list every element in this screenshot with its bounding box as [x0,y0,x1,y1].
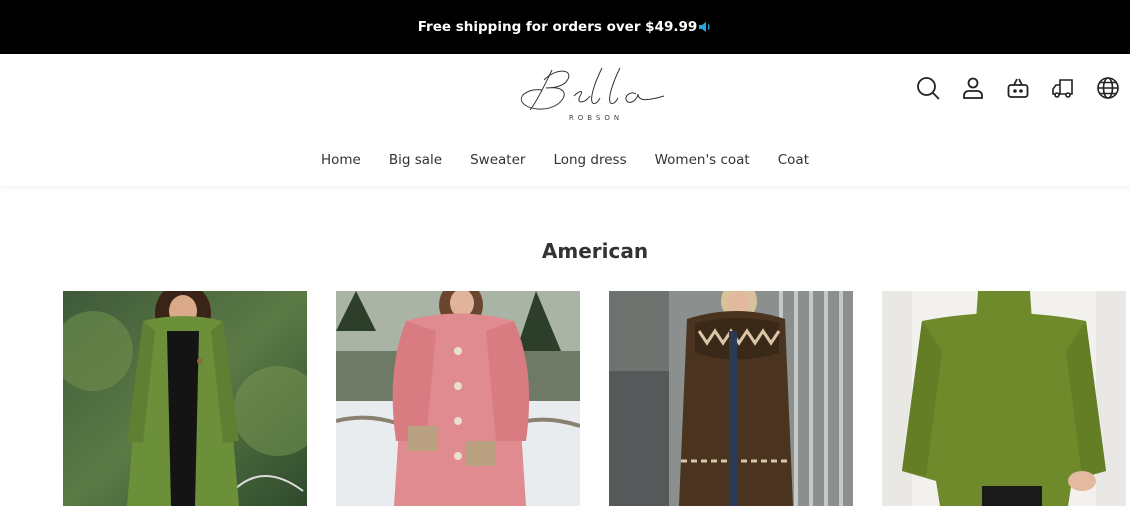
speaker-icon [698,20,712,34]
cart-icon[interactable] [1006,76,1030,100]
product-image [882,291,1126,506]
logo-subtitle: ROBSON [568,114,624,122]
brand-logo[interactable]: ROBSON [518,64,666,126]
nav-item-big-sale[interactable]: Big sale [375,152,456,168]
nav-item-coat[interactable]: Coat [764,152,823,168]
nav-item-sweater[interactable]: Sweater [456,152,539,168]
site-header: ROBSON Home Big sale Sweater Long dress … [0,54,1130,186]
account-icon[interactable] [961,76,985,100]
product-image [63,291,307,506]
product-image [336,291,580,506]
globe-icon[interactable] [1096,76,1120,100]
product-image [609,291,853,506]
product-card[interactable] [63,291,307,506]
header-icons [916,76,1120,100]
announcement-text: Free shipping for orders over $49.99 [417,19,698,35]
nav-item-home[interactable]: Home [307,152,375,168]
shipping-truck-icon[interactable] [1051,76,1075,100]
product-card[interactable] [336,291,580,506]
product-card[interactable] [609,291,853,506]
nav-item-long-dress[interactable]: Long dress [539,152,640,168]
main-nav: Home Big sale Sweater Long dress Women's… [0,152,1130,168]
product-grid [63,291,1126,506]
search-icon[interactable] [916,76,940,100]
announcement-bar: Free shipping for orders over $49.99 [0,0,1130,54]
section-title: American [541,239,649,263]
nav-item-womens-coat[interactable]: Women's coat [641,152,764,168]
product-card[interactable] [882,291,1126,506]
